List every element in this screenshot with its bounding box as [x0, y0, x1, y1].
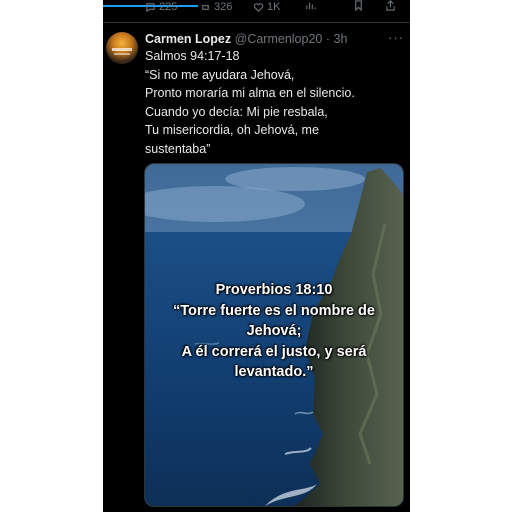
- avatar[interactable]: [106, 32, 138, 64]
- tweet-text-line: “Si no me ayudara Jehová,: [145, 67, 295, 82]
- previous-tweet-actions: 225 326 1K: [103, 0, 410, 22]
- bookmark-button[interactable]: [353, 0, 364, 11]
- tweet-text-line: Cuando yo decía: Mi pie resbala,: [145, 104, 328, 119]
- caption-line: A él correrá el justo, y será: [181, 343, 367, 360]
- caption-line: Jehová;: [246, 323, 302, 339]
- caption-line: “Torre fuerte es el nombre de: [173, 302, 375, 319]
- tweet-text-line: Salmos 94:17-18: [145, 49, 240, 63]
- views-button[interactable]: [305, 0, 316, 11]
- share-icon: [386, 0, 395, 11]
- retweet-icon: [201, 4, 210, 10]
- tweet-text-line: Pronto moraría mi alma en el silencio.: [145, 86, 355, 100]
- author-name[interactable]: Carmen Lopez: [145, 32, 231, 46]
- twitter-screen: 225 326 1K Carmen Lopez @Carmenlop20 · 3…: [103, 0, 410, 512]
- like-count: 1K: [267, 1, 281, 13]
- heart-icon: [253, 2, 264, 12]
- views-icon: [306, 2, 316, 10]
- timestamp[interactable]: 3h: [334, 32, 348, 46]
- tweet-text-line: Tu misericordia, oh Jehová, me: [145, 123, 319, 137]
- comment-icon: [146, 2, 155, 12]
- separator-dot: ·: [325, 32, 331, 46]
- tweet-text: Salmos 94:17-18 “Si no me ayudara Jehová…: [145, 47, 407, 158]
- tweet-divider: [103, 22, 410, 23]
- tweet-header: Carmen Lopez @Carmenlop20 · 3h: [145, 31, 407, 47]
- tweet-image[interactable]: Proverbios 18:10 “Torre fuerte es el nom…: [144, 163, 404, 507]
- bookmark-icon: [355, 0, 362, 11]
- caption-line: levantado.”: [234, 364, 314, 380]
- author-handle[interactable]: @Carmenlop20: [235, 32, 323, 46]
- caption-line: Proverbios 18:10: [215, 282, 333, 298]
- reply-button[interactable]: 225: [145, 0, 177, 14]
- retweet-count: 326: [214, 1, 233, 13]
- tweet-text-line: sustentaba”: [145, 141, 211, 156]
- reply-count: 225: [159, 1, 178, 13]
- more-options-icon[interactable]: ···: [388, 30, 404, 45]
- share-button[interactable]: [385, 0, 396, 11]
- like-button[interactable]: 1K: [253, 0, 280, 14]
- retweet-button[interactable]: 326: [200, 0, 232, 14]
- image-caption: Proverbios 18:10 “Torre fuerte es el nom…: [145, 280, 403, 383]
